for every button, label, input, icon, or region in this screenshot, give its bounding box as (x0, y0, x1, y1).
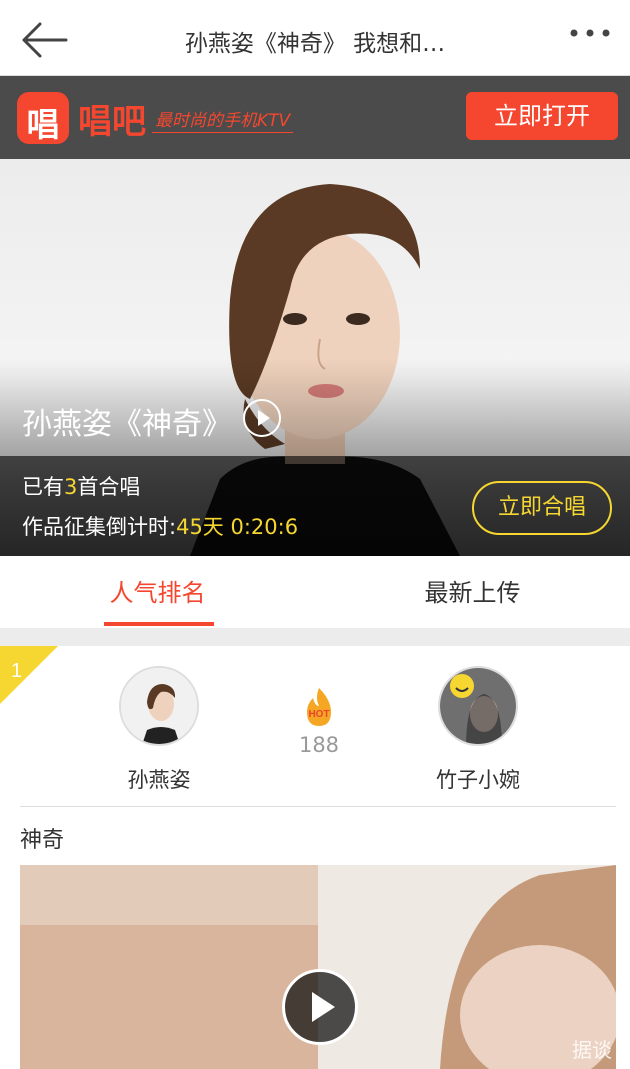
collection-countdown: 作品征集倒计时:45天 0:20:6 (22, 511, 298, 541)
rank-number: 1 (11, 660, 22, 682)
duet-info-bar: 已有3首合唱 作品征集倒计时:45天 0:20:6 立即合唱 (0, 456, 630, 556)
active-tab-indicator (104, 622, 214, 626)
section-gap (0, 628, 630, 646)
play-icon (312, 992, 335, 1022)
video-title: 神奇 (20, 828, 65, 853)
ranking-tabs: 人气排名 最新上传 (0, 556, 630, 628)
open-app-button[interactable]: 立即打开 (466, 92, 618, 140)
countdown-value: 45天 0:20:6 (176, 515, 299, 539)
user-avatar-image (440, 668, 516, 744)
page-title: 孙燕姿《神奇》 我想和… (184, 31, 446, 57)
duet-rank-card[interactable]: 1 孙燕姿 HOT 188 竹子小婉 (0, 646, 630, 807)
hero-play-button[interactable] (243, 399, 281, 437)
avatar[interactable] (438, 666, 518, 746)
hot-flame-icon: HOT (307, 688, 331, 726)
duet-count-suffix: 首合唱 (77, 475, 141, 499)
card-divider (20, 806, 616, 807)
duet-count-value: 3 (64, 475, 78, 499)
join-duet-button[interactable]: 立即合唱 (472, 481, 612, 535)
video-play-button[interactable] (282, 969, 358, 1045)
tab-latest[interactable]: 最新上传 (315, 556, 630, 628)
app-logo-char: 唱 (26, 105, 60, 144)
right-singer-name: 竹子小婉 (436, 768, 520, 792)
duet-count-prefix: 已有 (22, 475, 64, 499)
countdown-label: 作品征集倒计时: (22, 515, 177, 539)
top-nav-bar: 孙燕姿《神奇》 我想和… (0, 0, 630, 76)
app-name: 唱吧 (78, 102, 146, 142)
app-slogan: 最时尚的手机KTV (152, 106, 294, 133)
video-player[interactable]: 据谈 (20, 865, 616, 1069)
tab-popularity[interactable]: 人气排名 (0, 556, 315, 628)
arrow-left-icon (22, 22, 68, 58)
hot-count: 188 (298, 733, 340, 757)
more-button[interactable] (568, 22, 612, 44)
left-singer-name: 孙燕姿 (127, 768, 191, 792)
song-hero: 孙燕姿《神奇》 已有3首合唱 作品征集倒计时:45天 0:20:6 立即合唱 (0, 159, 630, 556)
hot-badge-text: HOT (308, 709, 329, 720)
more-dots-icon (570, 29, 610, 37)
hero-song-title: 孙燕姿《神奇》 (22, 407, 232, 442)
singer-avatar-image (121, 668, 197, 744)
app-logo: 唱 (17, 92, 69, 144)
watermark: 据谈 (572, 1038, 612, 1062)
avatar[interactable] (119, 666, 199, 746)
app-download-banner: 唱 唱吧 最时尚的手机KTV 立即打开 (0, 76, 630, 159)
rank-badge: 1 (0, 646, 58, 704)
duet-count: 已有3首合唱 (22, 471, 140, 501)
play-icon (258, 410, 270, 426)
back-button[interactable] (18, 18, 70, 62)
